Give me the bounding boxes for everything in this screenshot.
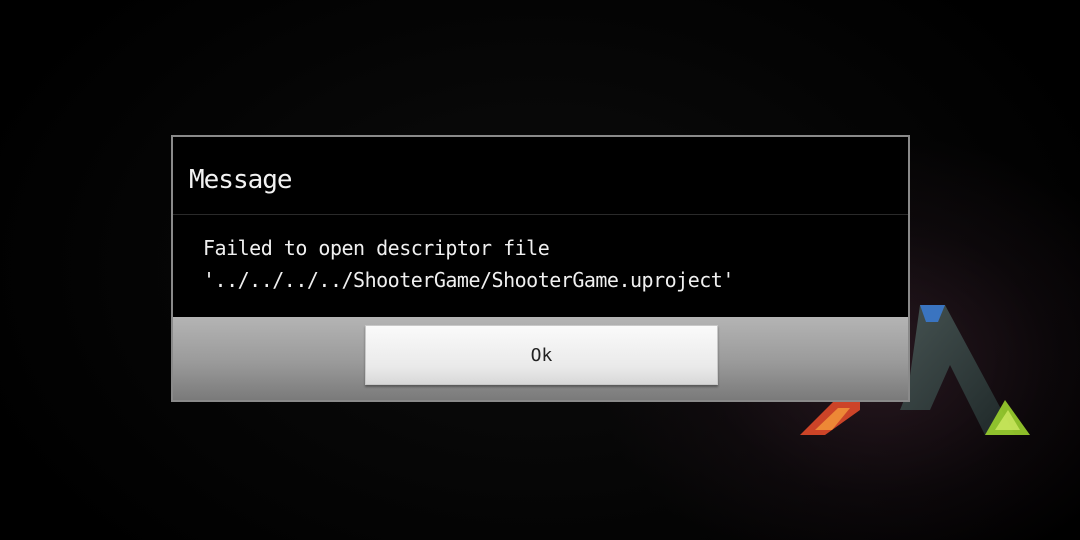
dialog-title: Message [189, 165, 293, 195]
message-dialog: Message Failed to open descriptor file '… [171, 135, 910, 402]
ok-button[interactable]: Ok [365, 325, 718, 385]
dialog-footer: Ok [173, 317, 908, 400]
dialog-title-bar: Message [173, 137, 908, 215]
dialog-body: Failed to open descriptor file '../../..… [173, 215, 908, 320]
dialog-message: Failed to open descriptor file '../../..… [203, 236, 734, 292]
